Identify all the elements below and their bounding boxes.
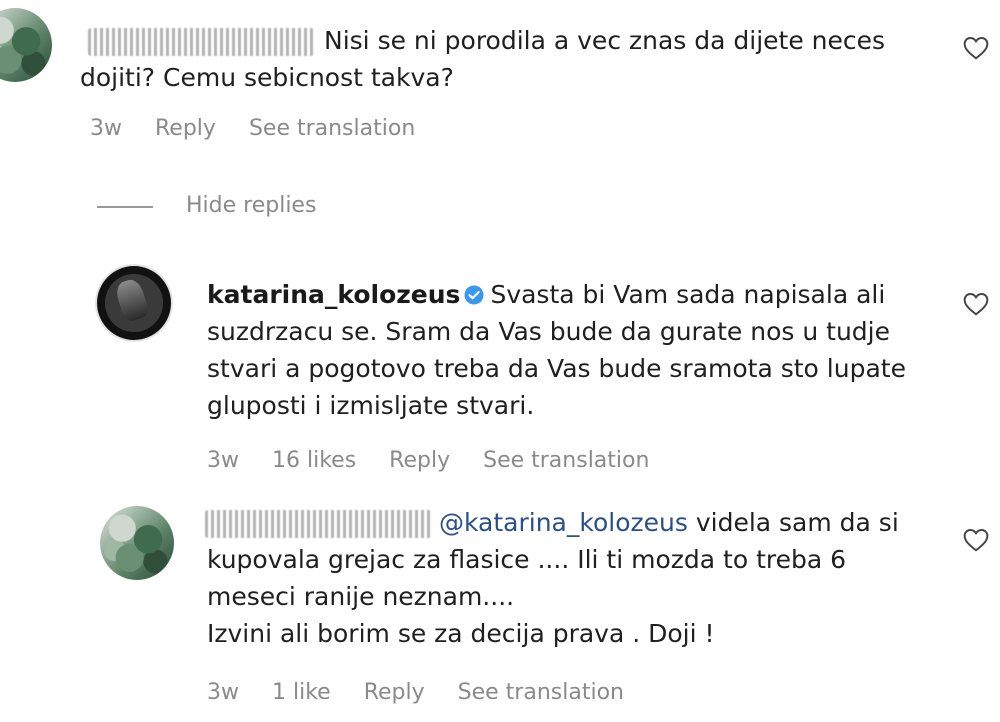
- mention-link[interactable]: @katarina_kolozeus: [439, 508, 688, 537]
- reply-button[interactable]: Reply: [389, 448, 450, 473]
- reply-time: 3w: [207, 680, 239, 705]
- reply-likes[interactable]: 16 likes: [272, 448, 356, 473]
- heart-outline-icon[interactable]: [963, 36, 989, 60]
- see-translation-button[interactable]: See translation: [249, 116, 415, 141]
- hide-replies-button[interactable]: Hide replies: [186, 193, 316, 218]
- comment-text: Nisi se ni porodila a vec znas da dijete…: [80, 22, 940, 96]
- comment-meta: 3w Reply See translation: [90, 116, 441, 141]
- katarina-avatar[interactable]: [97, 266, 171, 340]
- verified-badge-icon: [464, 285, 484, 305]
- reply-meta: 3w 1 like Reply See translation: [207, 680, 650, 705]
- reply-text: katarina_kolozeus Svasta bi Vam sada napi…: [207, 276, 937, 424]
- reply-time: 3w: [207, 448, 239, 473]
- replier-avatar[interactable]: [100, 506, 174, 580]
- commenter-avatar[interactable]: [0, 8, 52, 82]
- see-translation-button[interactable]: See translation: [483, 448, 649, 473]
- hide-replies-divider: [97, 206, 153, 208]
- reply-meta: 3w 16 likes Reply See translation: [207, 448, 675, 473]
- reply-body-line2: Izvini ali borim se za decija prava . Do…: [207, 619, 715, 648]
- comment-time: 3w: [90, 116, 122, 141]
- reply-likes[interactable]: 1 like: [272, 680, 331, 705]
- reply-button[interactable]: Reply: [155, 116, 216, 141]
- reply-username[interactable]: katarina_kolozeus: [207, 280, 460, 309]
- comment-body: Nisi se ni porodila a vec znas da dijete…: [80, 26, 886, 92]
- heart-outline-icon[interactable]: [963, 528, 989, 552]
- heart-outline-icon[interactable]: [963, 292, 989, 316]
- reply-text: @katarina_kolozeus videla sam da si kupo…: [207, 504, 927, 652]
- avatar-photo: [113, 276, 151, 324]
- see-translation-button[interactable]: See translation: [458, 680, 624, 705]
- reply-button[interactable]: Reply: [364, 680, 425, 705]
